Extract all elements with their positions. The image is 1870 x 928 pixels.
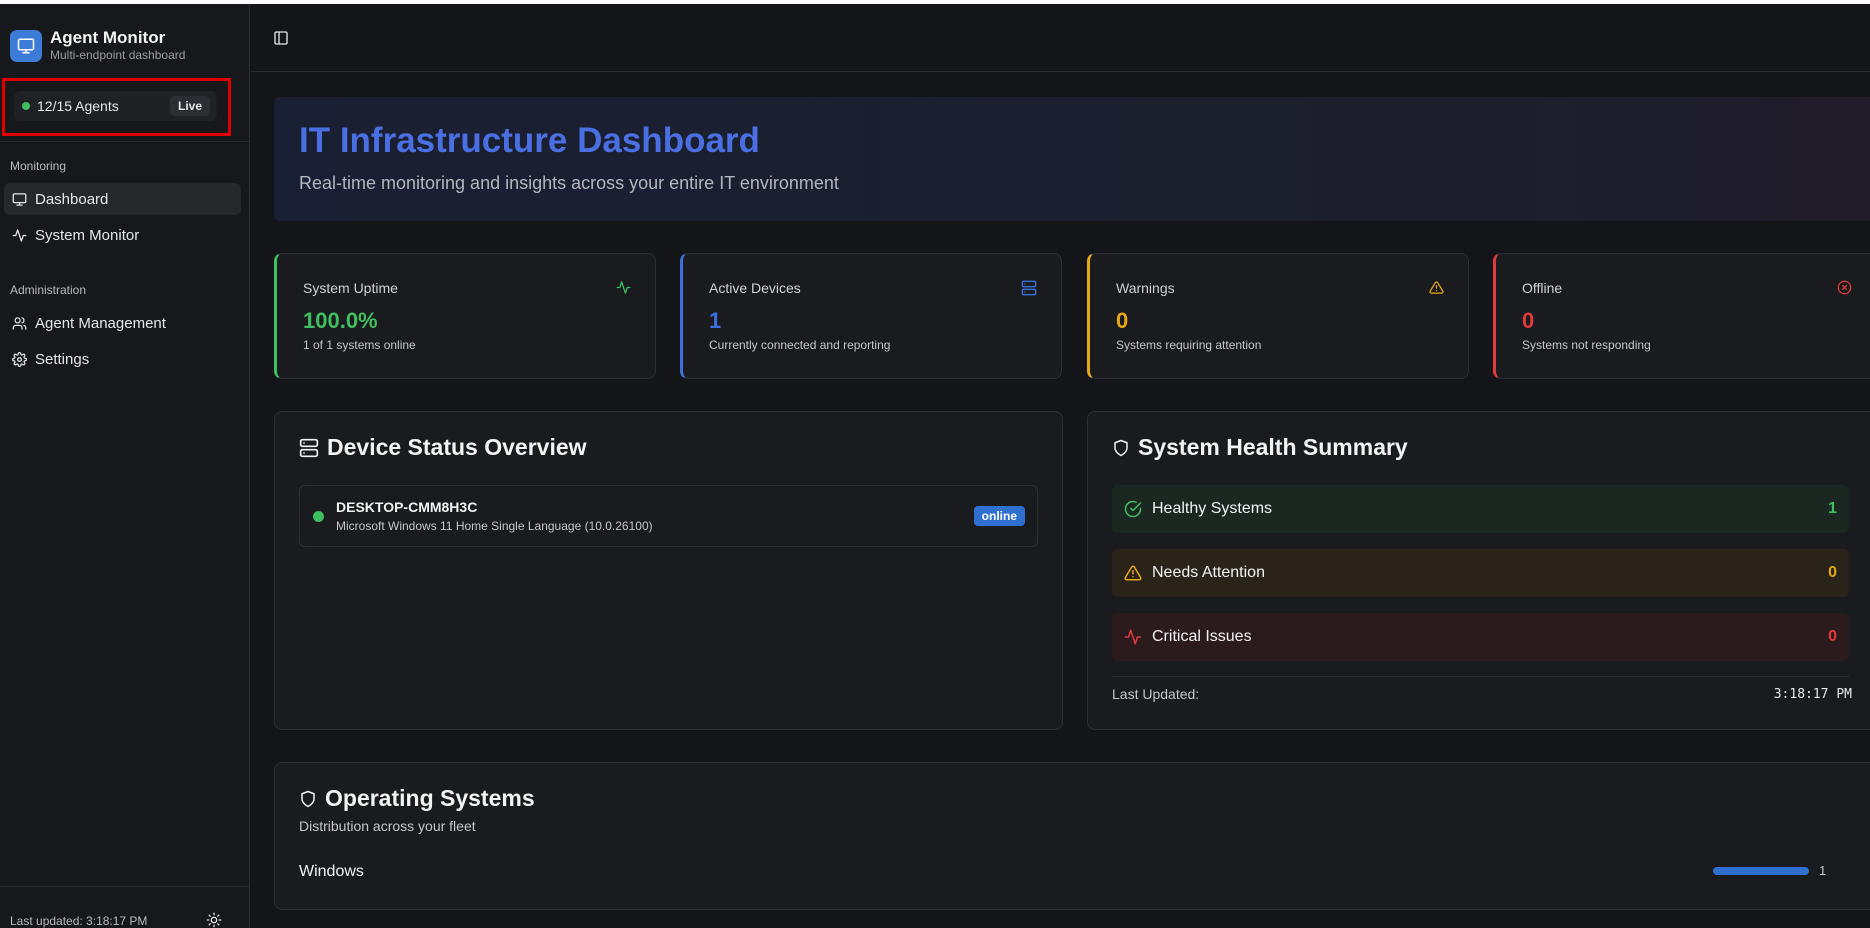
- monitor-logo-icon: [10, 29, 42, 62]
- agents-status-highlight: 12/15 Agents Live: [2, 78, 231, 136]
- sidebar-item-label: Agent Management: [35, 314, 166, 332]
- health-count: 1: [1828, 500, 1837, 517]
- device-status-panel: Device Status Overview DESKTOP-CMM8H3C M…: [274, 411, 1063, 730]
- device-name: DESKTOP-CMM8H3C: [336, 499, 478, 515]
- warning-icon: [1429, 281, 1444, 294]
- sidebar-item-dashboard[interactable]: Dashboard: [4, 183, 241, 215]
- stat-description: 1 of 1 systems online: [303, 338, 416, 352]
- online-status-dot: [313, 511, 324, 522]
- sidebar-item-label: System Monitor: [35, 226, 140, 244]
- sidebar-item-label: Settings: [35, 350, 90, 368]
- stat-value: 0: [1522, 308, 1535, 333]
- brand-title: Agent Monitor: [50, 28, 166, 47]
- last-updated-label: Last Updated:: [1112, 686, 1200, 702]
- sidebar-item-system-monitor[interactable]: System Monitor: [4, 219, 241, 251]
- panel-title: Device Status Overview: [299, 434, 587, 461]
- stat-card-active-devices: Active Devices 1 Currently connected and…: [680, 253, 1062, 379]
- stat-label: Warnings: [1116, 280, 1175, 296]
- stat-label: Active Devices: [709, 280, 801, 296]
- device-row[interactable]: DESKTOP-CMM8H3C Microsoft Windows 11 Hom…: [299, 485, 1038, 547]
- system-health-panel: System Health Summary Healthy Systems 1 …: [1087, 411, 1870, 730]
- sidebar-footer-divider: [0, 886, 250, 887]
- server-icon: [299, 438, 319, 457]
- agents-status-pill[interactable]: 12/15 Agents Live: [14, 91, 217, 121]
- warning-icon: [1124, 565, 1142, 581]
- page-title: IT Infrastructure Dashboard: [299, 121, 760, 160]
- live-badge: Live: [169, 96, 210, 116]
- stat-description: Currently connected and reporting: [709, 338, 891, 352]
- os-distribution-bar-fill: [1713, 867, 1809, 875]
- agents-count: 12/15 Agents: [37, 98, 119, 114]
- top-bar: [251, 4, 1870, 72]
- activity-icon: [616, 281, 631, 294]
- activity-icon: [12, 228, 27, 242]
- panel-title-text: Device Status Overview: [327, 434, 587, 460]
- health-label: Healthy Systems: [1152, 500, 1273, 517]
- stat-value: 0: [1116, 308, 1129, 333]
- panel-title-text: Operating Systems: [325, 785, 535, 811]
- page-subtitle: Real-time monitoring and insights across…: [299, 173, 839, 193]
- health-row-critical: Critical Issues 0: [1112, 613, 1849, 661]
- stat-label: System Uptime: [303, 280, 398, 296]
- panel-title-text: System Health Summary: [1138, 434, 1408, 460]
- brand-subtitle: Multi-endpoint dashboard: [50, 48, 186, 62]
- status-badge: online: [973, 506, 1025, 526]
- health-row-needs-attention: Needs Attention 0: [1112, 549, 1849, 597]
- health-count: 0: [1828, 628, 1837, 645]
- stat-label: Offline: [1522, 280, 1563, 296]
- status-dot: [22, 102, 30, 110]
- stat-description: Systems not responding: [1522, 338, 1651, 352]
- stat-card-uptime: System Uptime 100.0% 1 of 1 systems onli…: [274, 253, 656, 379]
- users-icon: [12, 316, 27, 330]
- theme-toggle-sun-icon[interactable]: [206, 912, 222, 928]
- os-count: 1: [1819, 863, 1827, 878]
- last-updated-time: 3:18:17 PM: [1773, 687, 1852, 702]
- panel-title: System Health Summary: [1112, 434, 1408, 461]
- x-circle-icon: [1837, 280, 1852, 295]
- sidebar-item-settings[interactable]: Settings: [4, 343, 241, 375]
- stat-value: 1: [709, 308, 722, 333]
- os-name: Windows: [299, 863, 364, 880]
- panel-title: Operating Systems: [299, 785, 535, 812]
- device-os: Microsoft Windows 11 Home Single Languag…: [336, 519, 653, 533]
- sidebar-last-updated: Last updated: 3:18:17 PM: [10, 914, 148, 928]
- stat-card-offline: Offline 0 Systems not responding: [1493, 253, 1870, 379]
- sidebar-item-label: Dashboard: [35, 190, 109, 208]
- health-label: Critical Issues: [1152, 628, 1252, 645]
- brand: Agent Monitor Multi-endpoint dashboard: [10, 28, 185, 63]
- divider: [1112, 676, 1849, 677]
- sidebar-toggle-icon[interactable]: [273, 30, 291, 48]
- stat-card-warnings: Warnings 0 Systems requiring attention: [1087, 253, 1469, 379]
- stat-description: Systems requiring attention: [1116, 338, 1262, 352]
- stat-value: 100.0%: [303, 308, 378, 333]
- section-administration: Administration: [10, 283, 87, 297]
- shield-icon: [301, 790, 315, 807]
- health-label: Needs Attention: [1152, 564, 1265, 581]
- sidebar: Agent Monitor Multi-endpoint dashboard 1…: [0, 4, 250, 928]
- panel-subtitle: Distribution across your fleet: [299, 818, 476, 834]
- health-count: 0: [1828, 564, 1837, 581]
- server-icon: [1021, 280, 1037, 296]
- check-circle-icon: [1124, 500, 1142, 518]
- shield-icon: [1114, 439, 1128, 456]
- sidebar-item-agent-management[interactable]: Agent Management: [4, 307, 241, 339]
- os-distribution-bar: [1713, 867, 1809, 875]
- gear-icon: [12, 351, 27, 367]
- sidebar-divider: [0, 141, 250, 142]
- monitor-icon: [12, 192, 27, 206]
- section-monitoring: Monitoring: [10, 159, 67, 173]
- health-row-healthy: Healthy Systems 1: [1112, 485, 1849, 533]
- activity-icon: [1124, 629, 1142, 645]
- operating-systems-panel: Operating Systems Distribution across yo…: [274, 762, 1870, 910]
- hero-banner: IT Infrastructure Dashboard Real-time mo…: [274, 97, 1870, 221]
